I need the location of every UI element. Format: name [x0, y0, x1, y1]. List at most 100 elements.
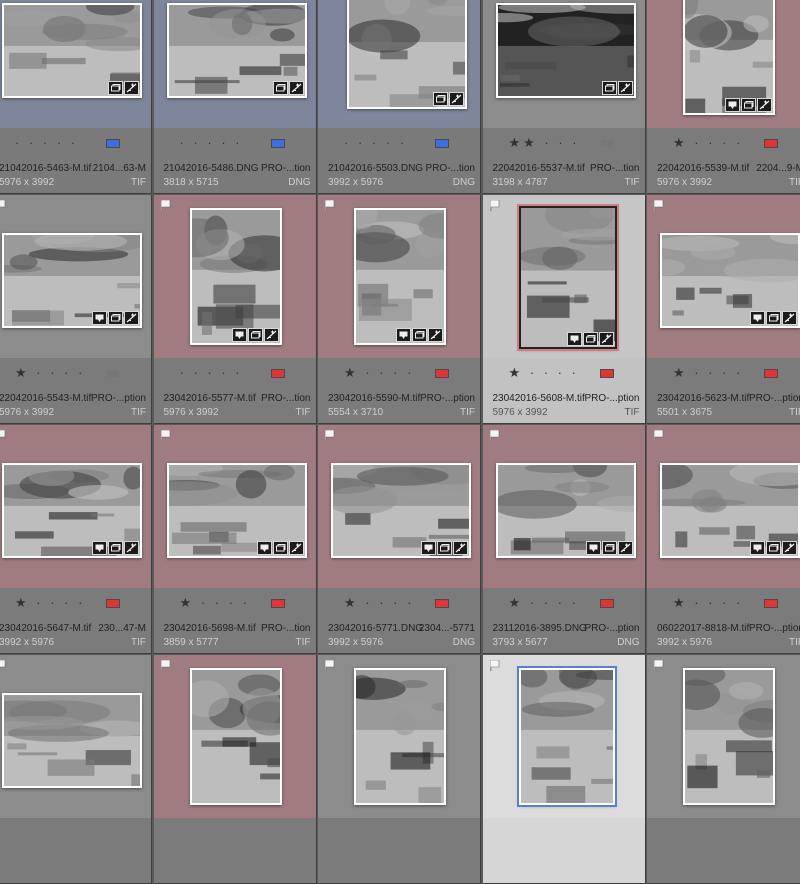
thumbnail-cell[interactable]: · · · · · 21042016-5503.DNG PRO-...tion 399… [318, 0, 481, 194]
thumbnail-cell[interactable] [482, 655, 646, 884]
crop-badge-icon[interactable] [247, 328, 263, 342]
thumbnail-image-area[interactable] [647, 425, 800, 588]
thumbnail-image-area[interactable] [647, 0, 800, 128]
star-rating[interactable]: ★ · · · · [15, 365, 85, 381]
develop-badge-icon[interactable] [598, 332, 614, 346]
flag-icon[interactable] [489, 430, 500, 441]
thumbnail-cell[interactable] [153, 655, 317, 884]
thumbnail-image-area[interactable] [318, 425, 480, 588]
flag-icon[interactable] [160, 430, 171, 441]
color-label[interactable] [270, 599, 285, 608]
thumbnail-cell[interactable]: ★ · · · · 23042016-5698-M.tif PRO-...tion 3… [153, 425, 317, 654]
thumbnail-image-area[interactable] [0, 195, 151, 358]
metadata-badge-icon[interactable] [750, 311, 765, 325]
develop-badge-icon[interactable] [757, 98, 772, 112]
metadata-badge-icon[interactable] [566, 332, 582, 346]
crop-badge-icon[interactable] [766, 541, 781, 555]
develop-badge-icon[interactable] [288, 81, 304, 95]
star-rating[interactable]: ★ · · · · [344, 365, 414, 381]
photo-thumbnail[interactable] [166, 3, 307, 98]
star-rating[interactable]: ★ · · · · [509, 365, 579, 381]
star-rating[interactable]: ★ · · · · [15, 595, 85, 611]
thumbnail-cell[interactable]: ★ · · · · 22042016-5543-M.tif PRO-...ption… [0, 195, 152, 424]
develop-badge-icon[interactable] [617, 541, 633, 555]
photo-thumbnail[interactable] [660, 463, 800, 558]
flag-icon[interactable] [489, 200, 500, 211]
thumbnail-cell[interactable] [0, 655, 152, 884]
develop-badge-icon[interactable] [617, 81, 633, 95]
crop-badge-icon[interactable] [272, 81, 288, 95]
flag-icon[interactable] [0, 430, 6, 441]
photo-thumbnail[interactable] [2, 693, 142, 788]
thumbnail-cell[interactable]: ★★ · · · 22042016-5537-M.tif PRO-...tion 31… [482, 0, 646, 194]
crop-badge-icon[interactable] [582, 332, 598, 346]
star-rating[interactable]: · · · · · [15, 135, 78, 150]
develop-badge-icon[interactable] [124, 81, 139, 95]
star-rating[interactable]: ★★ · · · [509, 135, 580, 151]
color-label[interactable] [764, 139, 778, 148]
thumbnail-image-area[interactable] [318, 195, 480, 358]
thumbnail-cell[interactable]: · · · · · 21042016-5463-M.tif 2104...63-M 5… [0, 0, 152, 194]
crop-badge-icon[interactable] [272, 541, 288, 555]
color-label[interactable] [435, 599, 449, 608]
photo-thumbnail[interactable] [189, 208, 282, 345]
metadata-badge-icon[interactable] [92, 311, 107, 325]
thumbnail-image-area[interactable] [154, 0, 316, 128]
thumbnail-image-area[interactable] [154, 195, 316, 358]
thumbnail-cell[interactable]: ★ · · · · 23042016-5771.DNG 2304...-5771 39… [318, 425, 481, 654]
color-label[interactable] [764, 599, 778, 608]
flag-icon[interactable] [160, 660, 171, 671]
photo-thumbnail[interactable] [2, 463, 142, 558]
photo-thumbnail[interactable] [495, 3, 636, 98]
photo-thumbnail[interactable] [516, 204, 619, 351]
color-label[interactable] [106, 599, 120, 608]
metadata-badge-icon[interactable] [585, 541, 601, 555]
thumbnail-image-area[interactable] [154, 425, 316, 588]
photo-thumbnail[interactable] [516, 666, 617, 807]
flag-icon[interactable] [325, 430, 335, 441]
photo-thumbnail[interactable] [354, 668, 446, 805]
flag-icon[interactable] [0, 200, 6, 211]
flag-icon[interactable] [325, 660, 335, 671]
thumbnail-image-area[interactable] [154, 655, 316, 818]
develop-badge-icon[interactable] [124, 311, 139, 325]
crop-badge-icon[interactable] [766, 311, 781, 325]
thumbnail-cell[interactable]: ★ · · · · 23042016-5647-M.tif 230...47-M 39… [0, 425, 152, 654]
flag-icon[interactable] [325, 200, 335, 211]
develop-badge-icon[interactable] [453, 541, 468, 555]
thumbnail-image-area[interactable] [0, 0, 151, 128]
photo-thumbnail[interactable] [2, 3, 142, 98]
thumbnail-cell[interactable]: · · · · · 21042016-5486.DNG PRO-...tion 381… [153, 0, 317, 194]
star-rating[interactable]: ★ · · · · [673, 135, 743, 151]
crop-badge-icon[interactable] [437, 541, 452, 555]
star-rating[interactable]: ★ · · · · [673, 365, 743, 381]
star-rating[interactable]: ★ · · · · [180, 595, 250, 611]
flag-icon[interactable] [0, 660, 6, 671]
thumbnail-cell[interactable] [318, 655, 481, 884]
color-label[interactable] [270, 369, 285, 378]
thumbnail-image-area[interactable] [483, 655, 645, 818]
develop-badge-icon[interactable] [782, 311, 797, 325]
thumbnail-image-area[interactable] [318, 0, 480, 128]
develop-badge-icon[interactable] [124, 541, 139, 555]
flag-icon[interactable] [160, 200, 171, 211]
star-rating[interactable]: ★ · · · · [509, 595, 579, 611]
crop-badge-icon[interactable] [601, 541, 617, 555]
develop-badge-icon[interactable] [263, 328, 279, 342]
color-label[interactable] [435, 369, 449, 378]
thumbnail-cell[interactable]: ★ · · · · 23042016-5623-M.tif PRO-...ption… [647, 195, 800, 424]
photo-thumbnail[interactable] [331, 463, 471, 558]
color-label[interactable] [599, 369, 614, 378]
photo-thumbnail[interactable] [347, 0, 467, 109]
thumbnail-cell[interactable]: ★ · · · · 23042016-5590-M.tif PRO-...ption… [318, 195, 481, 424]
thumbnail-image-area[interactable] [647, 195, 800, 358]
thumbnail-image-area[interactable] [483, 0, 645, 128]
thumbnail-cell[interactable]: ★ · · · · 06022017-8818-M.tif PRO-...ption… [647, 425, 800, 654]
photo-thumbnail[interactable] [683, 0, 775, 115]
color-label[interactable] [270, 139, 285, 148]
color-label[interactable] [106, 369, 120, 378]
color-label[interactable] [599, 599, 614, 608]
thumbnail-image-area[interactable] [0, 425, 151, 588]
photo-thumbnail[interactable] [166, 463, 307, 558]
star-rating[interactable]: · · · · · [180, 365, 243, 380]
